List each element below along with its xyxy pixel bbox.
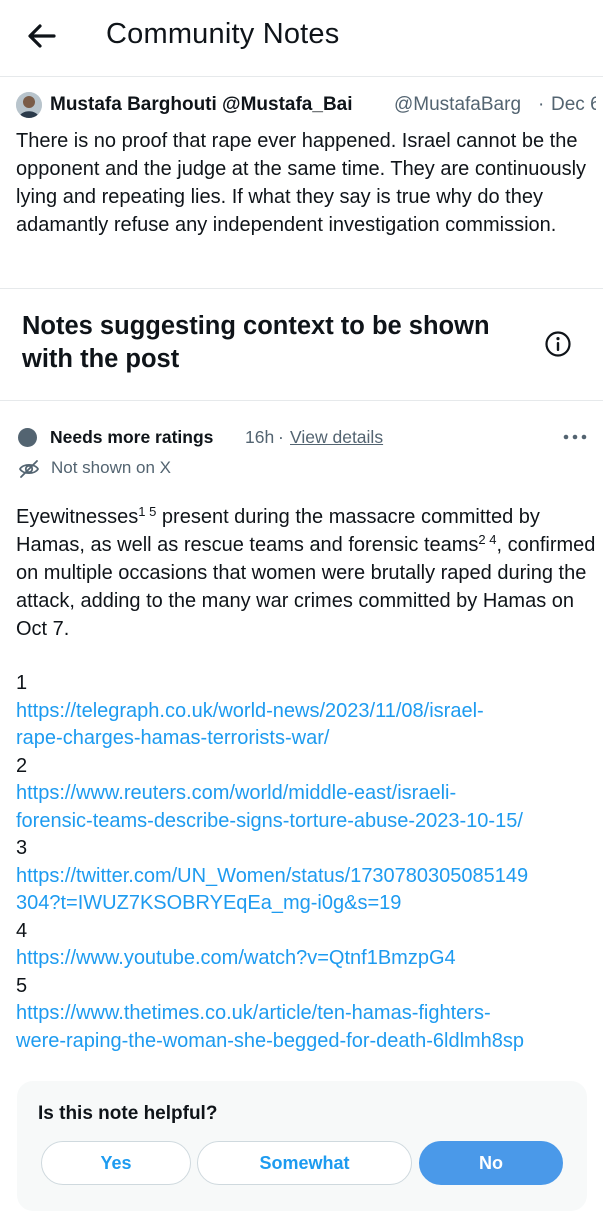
note-status: Needs more ratings — [50, 427, 214, 447]
info-button[interactable] — [544, 330, 572, 358]
reference-number: 2 — [16, 754, 28, 777]
reference-number: 5 — [16, 974, 28, 997]
somewhat-button[interactable]: Somewhat — [197, 1141, 412, 1185]
yes-button[interactable]: Yes — [41, 1141, 191, 1185]
reference-link[interactable]: 304?t=IWUZ7KSOBRYEqEa_mg-i0g&s=19 — [16, 890, 598, 918]
header-separator: · — [538, 94, 545, 115]
note-footnote-ref: 1 5 — [138, 504, 157, 519]
reference-number: 4 — [16, 919, 28, 942]
note-body: Eyewitnesses1 5 present during the massa… — [16, 503, 596, 643]
reference-link[interactable]: rape-charges-hamas-terrorists-war/ — [16, 725, 598, 753]
info-icon — [545, 331, 571, 357]
status-separator: · — [278, 427, 284, 447]
reference-link[interactable]: were-raping-the-woman-she-begged-for-dea… — [16, 1028, 598, 1056]
avatar[interactable] — [16, 92, 42, 118]
arrow-left-icon — [28, 24, 56, 48]
reference-number: 3 — [16, 837, 28, 859]
note-time: 16h — [245, 427, 275, 447]
references-list: 1 https://telegraph.co.uk/world-news/202… — [16, 670, 598, 1055]
post-divider — [0, 288, 603, 289]
back-button[interactable] — [22, 16, 62, 56]
reference-link[interactable]: https://www.youtube.com/watch?v=Qtnf1Bmz… — [16, 945, 598, 973]
reference-link[interactable]: https://www.reuters.com/world/middle-eas… — [16, 780, 598, 808]
post-text: There is no proof that rape ever happene… — [16, 130, 587, 236]
reference-link[interactable]: https://twitter.com/UN_Women/status/1730… — [16, 863, 598, 891]
no-button[interactable]: No — [419, 1141, 563, 1185]
avatar-image — [16, 92, 42, 118]
status-dot-icon — [18, 428, 37, 447]
view-details-link[interactable]: View details — [290, 427, 383, 448]
reference-link[interactable]: forensic-teams-describe-signs-torture-ab… — [16, 808, 598, 836]
note-footnote-ref: 2 4 — [478, 532, 497, 547]
reference-link[interactable]: https://telegraph.co.uk/world-news/2023/… — [16, 698, 598, 726]
helpful-question: Is this note helpful? — [38, 1103, 218, 1124]
author-name[interactable]: Mustafa Barghouti @Mustafa_Bai — [50, 94, 353, 116]
helpful-rating-panel: Is this note helpful? Yes Somewhat No — [17, 1081, 587, 1211]
post-header: Mustafa Barghouti @Mustafa_Bai @MustafaB… — [16, 92, 596, 120]
post-date[interactable]: Dec 6 — [551, 94, 596, 116]
page-title: Community Notes — [106, 18, 340, 50]
header-divider — [0, 76, 603, 77]
visibility-text: Not shown on X — [51, 458, 172, 477]
reference-number: 1 — [16, 672, 28, 694]
notes-section-title: Notes suggesting context to be shown wit… — [22, 312, 490, 373]
author-handle[interactable]: @MustafaBarg — [394, 94, 521, 116]
section-divider — [0, 400, 603, 401]
more-dots-icon — [563, 434, 587, 440]
note-body-text: Eyewitnesses — [16, 506, 139, 528]
reference-link[interactable]: https://www.thetimes.co.uk/article/ten-h… — [16, 1000, 598, 1028]
top-bar: Community Notes — [0, 0, 603, 76]
note-status-row: Needs more ratings 16h · View details — [18, 425, 598, 449]
more-options-button[interactable] — [562, 425, 588, 449]
eye-slash-icon — [18, 460, 40, 478]
